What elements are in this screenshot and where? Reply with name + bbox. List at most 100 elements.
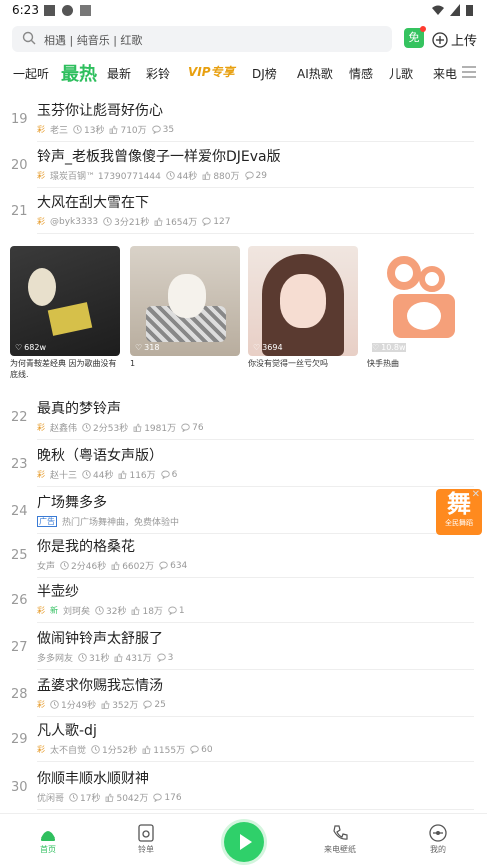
nav-home-label: 首页 xyxy=(40,845,56,854)
nav-wallpaper[interactable]: 来电壁纸 xyxy=(310,824,370,855)
song-meta: 广告 热门广场舞神曲，免费体验中 xyxy=(37,515,179,528)
tab-dj[interactable]: DJ榜 xyxy=(252,65,277,82)
floating-ad[interactable]: 舞 全民舞蹈 ✕ xyxy=(436,489,482,535)
divider xyxy=(37,486,474,487)
clock-icon xyxy=(69,793,78,802)
video-thumbnail: ♡ 682w xyxy=(10,246,120,356)
song-artist: @byk3333 xyxy=(50,216,99,227)
song-comments: 76 xyxy=(192,422,204,433)
divider xyxy=(37,233,474,234)
song-duration: 13秒 xyxy=(84,126,105,136)
song-artist: 赵鑫伟 xyxy=(50,424,78,434)
ad-label: 全民舞蹈 xyxy=(445,519,473,527)
thumb-icon xyxy=(101,700,110,709)
thumb-icon xyxy=(142,745,151,754)
song-title: 你是我的格桑花 xyxy=(37,539,135,555)
song-title: 晚秋（粤语女声版） xyxy=(37,448,163,464)
song-row[interactable]: 30 你顺丰顺水顺财神 优闲哥 17秒 5042万 176 xyxy=(0,764,487,810)
tab-hottest[interactable]: 最热 xyxy=(61,60,97,86)
search-input[interactable]: 相遇 | 纯音乐 | 红歌 xyxy=(12,26,392,52)
video-card[interactable]: ♡ 3694 你没有觉得一丝亏欠吗 xyxy=(248,246,358,369)
comment-icon xyxy=(181,423,190,432)
menu-icon[interactable] xyxy=(462,66,476,78)
tab-ai-songs[interactable]: AI热歌 xyxy=(297,65,333,82)
song-likes: 710万 xyxy=(120,126,147,136)
comment-icon xyxy=(153,793,163,802)
song-comments: 6 xyxy=(171,469,178,480)
song-likes: 18万 xyxy=(142,607,163,617)
phone-icon xyxy=(333,825,348,840)
song-tag: 彩 xyxy=(37,606,45,615)
tab-together[interactable]: 一起听 xyxy=(13,65,49,82)
video-cards: ♡ 682w 为何青鞍差经典 因为歌曲没有底线. ♡ 318 1 ♡ 3694 你没有… xyxy=(0,246,487,379)
song-row[interactable]: 29 凡人歌-dj 彩太不自觉 1分52秒 1155万 60 xyxy=(0,716,487,762)
upload-label: 上传 xyxy=(451,34,478,49)
song-row[interactable]: 25 你是我的格桑花 女声 2分46秒 6602万 634 xyxy=(0,532,487,578)
song-artist: 热门广场舞神曲，免费体验中 xyxy=(62,518,180,528)
song-rank: 21 xyxy=(11,204,28,219)
song-duration: 44秒 xyxy=(93,471,114,481)
divider xyxy=(37,622,474,623)
comment-icon xyxy=(244,171,254,180)
song-likes: 1155万 xyxy=(153,746,186,756)
nav-mine[interactable]: 我的 xyxy=(408,824,468,855)
song-row[interactable]: 20 铃声_老板我曾像傻子一样爱你DJEva版彩璟炭百钢™ 17390771444… xyxy=(0,142,487,188)
thumb-icon xyxy=(132,606,140,615)
tab-kids[interactable]: 儿歌 xyxy=(389,65,413,82)
status-time: 6:23 xyxy=(12,3,39,17)
video-card[interactable]: ♡ 318 1 xyxy=(130,246,240,369)
song-comments: 1 xyxy=(178,605,185,616)
search-row: 相遇 | 纯音乐 | 红歌 免 上传 xyxy=(0,24,487,56)
nav-home[interactable]: 首页 xyxy=(18,824,78,855)
video-play-count: ♡ 3694 xyxy=(253,343,283,352)
clock-icon xyxy=(166,171,175,180)
song-row[interactable]: 21 大风在刮大雪在下彩 @byk3333 3分21秒 1654万 127 xyxy=(0,188,487,234)
play-button[interactable] xyxy=(224,822,264,862)
free-label: 免 xyxy=(408,31,420,44)
video-card[interactable]: ♡ 10.8w 快手热曲 xyxy=(367,246,477,369)
plus-circle-icon xyxy=(432,31,448,48)
song-likes: 116万 xyxy=(129,471,156,481)
song-row[interactable]: 23 晚秋（粤语女声版） 彩赵十三 44秒 116万 6 xyxy=(0,441,487,487)
song-comments: 634 xyxy=(170,560,188,571)
upload-button[interactable]: 上传 xyxy=(432,30,477,49)
status-bar: 6:23 xyxy=(0,0,487,22)
comment-icon xyxy=(151,125,161,134)
free-button[interactable]: 免 xyxy=(404,26,426,48)
song-duration: 1分52秒 xyxy=(102,746,138,756)
song-artist: 优闲哥 xyxy=(37,794,65,804)
song-row[interactable]: 22 最真的梦铃声彩赵鑫伟 2分53秒 1981万 76 xyxy=(0,394,487,440)
song-row[interactable]: 28 孟婆求你赐我忘情汤彩 1分49秒 352万 25 xyxy=(0,671,487,717)
song-duration: 17秒 xyxy=(80,794,101,804)
video-caption: 1 xyxy=(130,359,136,368)
song-duration: 3分21秒 xyxy=(114,218,150,228)
nav-playlist[interactable]: 铃单 xyxy=(116,824,176,855)
video-card[interactable]: ♡ 682w 为何青鞍差经典 因为歌曲没有底线. xyxy=(10,246,120,380)
song-meta: 彩赵十三 44秒 116万 6 xyxy=(37,468,178,482)
song-comments: 60 xyxy=(201,744,213,755)
comment-icon xyxy=(202,217,211,226)
search-icon xyxy=(22,31,36,45)
alert-icon xyxy=(62,5,73,16)
tab-emotion[interactable]: 情感 xyxy=(349,65,373,82)
video-thumbnail: ♡ 318 xyxy=(130,246,240,356)
song-row[interactable]: 27 做闹钟铃声太舒服了 多多网友 31秒 431万 3 xyxy=(0,624,487,670)
song-row[interactable]: 24 广场舞多多 广告 热门广场舞神曲，免费体验中 xyxy=(0,488,487,534)
song-tag: 广告 xyxy=(37,516,57,527)
song-rank: 29 xyxy=(11,732,28,747)
close-icon[interactable]: ✕ xyxy=(472,489,480,500)
clock-icon xyxy=(50,700,59,709)
profile-icon xyxy=(429,824,447,842)
song-row[interactable]: 19 玉芬你让彪哥好伤心彩老三 13秒 710万 35 xyxy=(0,96,487,142)
song-comments: 25 xyxy=(154,699,166,710)
song-rank: 25 xyxy=(11,548,28,563)
tab-ringtone[interactable]: 彩铃 xyxy=(146,65,170,82)
song-meta: 彩老三 13秒 710万 35 xyxy=(37,123,174,137)
tab-vip[interactable]: VIP专享 xyxy=(188,63,235,80)
wifi-icon xyxy=(432,5,444,15)
notification-icon xyxy=(44,5,55,16)
tab-incoming-call[interactable]: 来电 xyxy=(433,65,457,82)
tab-newest[interactable]: 最新 xyxy=(107,65,131,82)
divider xyxy=(37,761,474,762)
song-row[interactable]: 26 半壶纱彩新刘珂矣 32秒 18万 1 xyxy=(0,577,487,623)
